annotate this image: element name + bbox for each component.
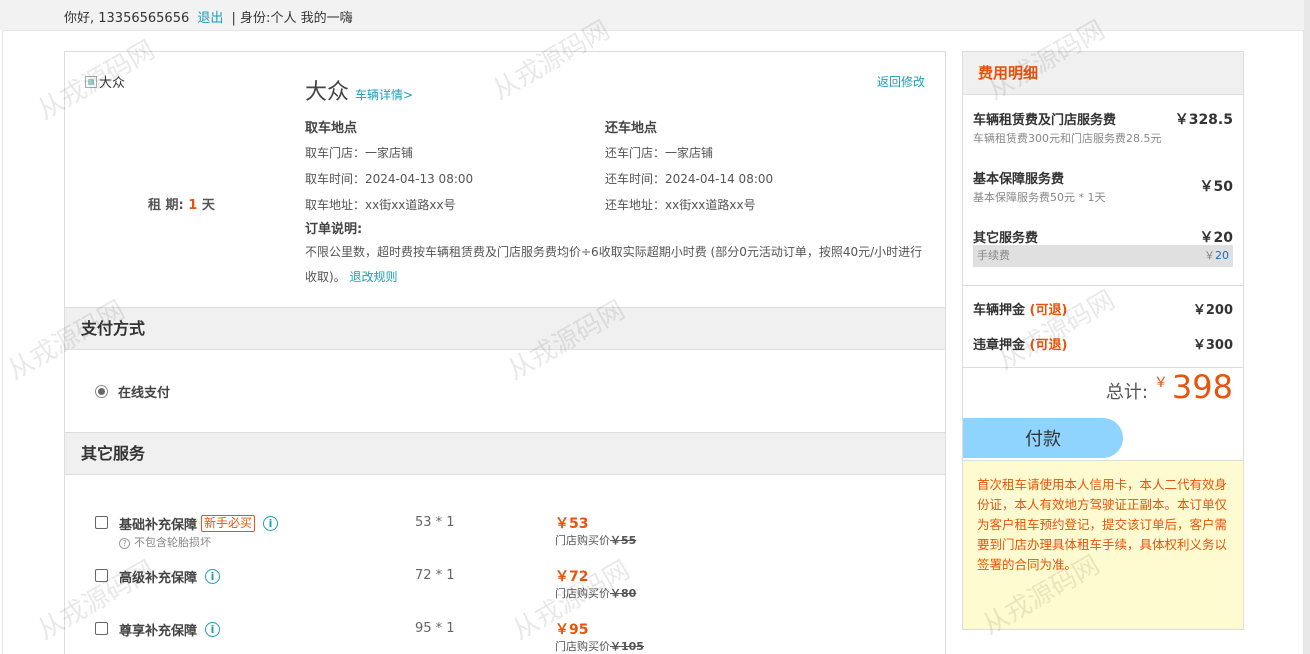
service-price: ￥72 <box>555 569 589 585</box>
fee-rent: ￥328.5 车辆租赁费及门店服务费 车辆租赁费300元和门店服务费28.5元 <box>973 109 1233 146</box>
fee-other-value: ￥20 <box>1199 230 1233 246</box>
store-price: 门店购买价￥80 <box>555 587 637 600</box>
service-quantity: 53 * 1 <box>415 515 455 530</box>
service-price: ￥53 <box>555 516 589 532</box>
rental-period-days: 1 <box>188 198 198 213</box>
service-row: 高级补充保障 i 72 * 1 ￥72 门店购买价￥80 <box>95 565 935 605</box>
fee-basic-desc: 基本保障服务费50元 * 1天 <box>973 191 1106 204</box>
rental-period-unit: 天 <box>201 198 215 213</box>
services-section-title: 其它服务 <box>65 432 945 475</box>
online-payment-option[interactable]: 在线支付 <box>95 382 170 401</box>
fee-violation: ￥300 违章押金 (可退) <box>973 334 1233 353</box>
service-checkbox[interactable] <box>95 516 108 529</box>
fee-other: ￥20 其它服务费 <box>973 227 1233 246</box>
radio-selected-icon[interactable] <box>95 385 108 398</box>
identity-text: | 身份:个人 我的一嗨 <box>231 11 353 26</box>
service-name: 高级补充保障 <box>119 571 198 586</box>
broken-image-icon <box>85 75 97 88</box>
service-row: 尊享补充保障 i 95 * 1 ￥95 门店购买价￥105 <box>95 618 935 654</box>
total: 总计: ￥ 398 <box>1106 368 1233 406</box>
info-icon[interactable]: i <box>205 622 221 637</box>
fee-rent-desc: 车辆租赁费300元和门店服务费28.5元 <box>973 132 1162 145</box>
order-panel: 大众 租 期: 1 天 大众 车辆详情> 返回修改 取车地点 取车门店：一家店铺… <box>64 51 946 654</box>
service-row: 基础补充保障 新手必买 i ? 不包含轮胎损坏 53 * 1 ￥53 门店购买价￥… <box>95 512 935 552</box>
fee-deposit-value: ￥200 <box>1192 303 1233 318</box>
return-address: 还车地址：xx街xx道路xx号 <box>605 198 756 212</box>
rental-period-label: 租 期: <box>148 198 184 213</box>
service-checkbox[interactable] <box>95 569 108 582</box>
handling-fee-label: 手续费 <box>977 249 1010 262</box>
vertical-scrollbar[interactable] <box>1304 0 1310 654</box>
rental-period: 租 期: 1 天 <box>148 194 215 213</box>
pickup-title: 取车地点 <box>305 121 358 136</box>
fee-other-title: 其它服务费 <box>973 231 1039 246</box>
service-price: ￥95 <box>555 622 589 638</box>
return-block: 还车地点 还车门店：一家店铺 还车时间：2024-04-14 08:00 还车地… <box>605 117 773 222</box>
fee-basic-value: ￥50 <box>1199 179 1233 195</box>
return-time: 还车时间：2024-04-14 08:00 <box>605 172 774 186</box>
notice-box: 首次租车请使用本人信用卡，本人二代有效身份证，本人有效地方驾驶证正副本。本订单仅… <box>963 460 1243 629</box>
store-price: 门店购买价￥105 <box>555 640 644 653</box>
info-icon[interactable]: i <box>205 569 221 584</box>
pay-button[interactable]: 付款 <box>963 418 1123 458</box>
service-name: 尊享补充保障 <box>119 624 198 639</box>
question-icon: ? <box>119 538 130 549</box>
top-bar: 你好, 13356565656 退出 | 身份:个人 我的一嗨 <box>0 0 1310 30</box>
fee-title: 费用明细 <box>963 52 1243 95</box>
service-quantity: 95 * 1 <box>415 621 455 636</box>
total-label: 总计: <box>1105 382 1148 403</box>
back-modify-link[interactable]: 返回修改 <box>877 73 925 90</box>
service-checkbox[interactable] <box>95 622 108 635</box>
total-amount: 398 <box>1171 368 1233 406</box>
service-quantity: 72 * 1 <box>415 568 455 583</box>
service-note: ? 不包含轮胎损坏 <box>119 534 211 550</box>
order-note-title: 订单说明: <box>305 222 363 237</box>
car-name: 大众 <box>305 80 350 105</box>
return-store: 还车门店：一家店铺 <box>605 146 714 160</box>
total-currency: ￥ <box>1153 375 1168 391</box>
fee-basic-title: 基本保障服务费 <box>973 172 1065 187</box>
handling-fee-value: 20 <box>1215 249 1229 262</box>
pickup-store: 取车门店：一家店铺 <box>305 146 414 160</box>
order-note: 订单说明: 不限公里数，超时费按车辆租赁费及门店服务费均价÷6收取实际超期小时费… <box>305 220 925 290</box>
divider <box>963 285 1243 286</box>
payment-section-title: 支付方式 <box>65 307 945 350</box>
service-name: 基础补充保障 <box>119 518 198 533</box>
refund-rules-link[interactable]: 退改规则 <box>350 270 398 284</box>
store-price: 门店购买价￥55 <box>555 534 637 547</box>
fee-deposit: ￥200 车辆押金 (可退) <box>973 299 1233 318</box>
pickup-block: 取车地点 取车门店：一家店铺 取车时间：2024-04-13 08:00 取车地… <box>305 117 473 222</box>
pickup-address: 取车地址：xx街xx道路xx号 <box>305 198 456 212</box>
car-detail-link[interactable]: 车辆详情> <box>355 86 413 103</box>
greeting-text: 你好, 13356565656 <box>64 11 190 26</box>
fee-panel: 费用明细 ￥328.5 车辆租赁费及门店服务费 车辆租赁费300元和门店服务费2… <box>962 51 1244 630</box>
car-title: 大众 车辆详情> <box>305 74 413 106</box>
pickup-time: 取车时间：2024-04-13 08:00 <box>305 172 474 186</box>
logout-link[interactable]: 退出 <box>197 11 223 26</box>
newbie-badge: 新手必买 <box>201 515 256 532</box>
handling-fee-row: 手续费 ￥20 <box>973 245 1233 267</box>
info-icon[interactable]: i <box>263 516 279 531</box>
fee-rent-value: ￥328.5 <box>1174 112 1233 128</box>
car-image-alt: 大众 <box>99 76 126 91</box>
online-payment-label: 在线支付 <box>118 386 171 401</box>
fee-basic: ￥50 基本保障服务费 基本保障服务费50元 * 1天 <box>973 168 1233 205</box>
fee-violation-value: ￥300 <box>1192 338 1233 353</box>
return-title: 还车地点 <box>605 121 658 136</box>
car-image: 大众 <box>85 72 125 91</box>
